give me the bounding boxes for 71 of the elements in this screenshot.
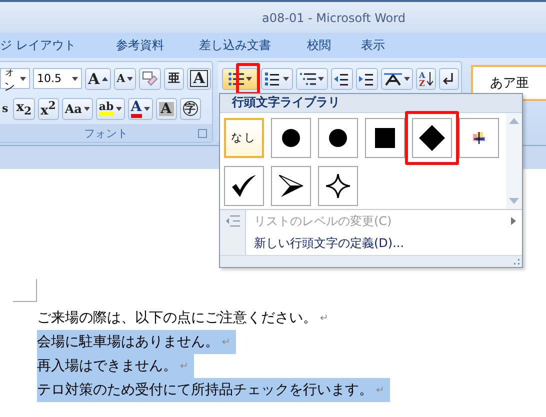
bullet-tile[interactable]	[271, 118, 311, 158]
font-name-dropdown[interactable]: ォン	[0, 68, 30, 89]
caret-icon	[116, 106, 122, 110]
increase-indent-icon	[359, 72, 375, 86]
numbered-list-icon	[265, 72, 281, 86]
diamond-bullet-icon	[419, 124, 445, 151]
caret-icon	[144, 106, 150, 110]
increase-indent-button[interactable]	[356, 68, 378, 90]
bullet-tile[interactable]	[318, 118, 358, 158]
show-marks-button[interactable]	[439, 68, 460, 90]
strikethrough-button[interactable]: s	[0, 98, 10, 120]
bullet-tile[interactable]: なし	[224, 118, 264, 158]
menu-item[interactable]: 新しい行頭文字の定義(D)...	[254, 235, 404, 252]
font-color-button[interactable]: A	[128, 98, 153, 120]
bullet-tile[interactable]	[412, 118, 452, 158]
caret-up-icon	[102, 76, 108, 80]
square-bullet-icon	[375, 128, 395, 148]
multilevel-list-button[interactable]	[296, 68, 328, 90]
shrink-font-button[interactable]: A	[114, 68, 136, 90]
margin-corner-mark	[13, 279, 37, 302]
arrowhead-bullet-icon	[279, 174, 303, 197]
window-title: a08-01 - Microsoft Word	[262, 10, 406, 24]
grow-font-button[interactable]: A	[85, 68, 111, 90]
disc-bullet-icon	[328, 128, 348, 148]
picture-bullet-icon	[473, 132, 485, 144]
sort-button[interactable]: A Z	[416, 68, 436, 90]
bullet-tile[interactable]	[224, 166, 264, 206]
font-size-dropdown[interactable]: 10.5	[33, 68, 82, 89]
asian-layout-icon	[384, 72, 402, 86]
caret-icon	[318, 76, 324, 80]
enclose-character-button[interactable]: 字	[180, 98, 200, 120]
character-border-button[interactable]: A	[187, 68, 211, 90]
arrow-down-icon	[427, 72, 434, 86]
caret-icon	[404, 76, 410, 80]
four-point-star-icon	[326, 174, 350, 198]
caret-icon	[72, 76, 78, 80]
asian-layout-button[interactable]	[381, 68, 413, 90]
ribbon-tab[interactable]: 表示	[360, 34, 385, 57]
ribbon-tab[interactable]: ジ レイアウト	[0, 34, 76, 57]
check-bullet-icon	[232, 174, 256, 197]
caret-icon	[283, 76, 289, 80]
disc-bullet-icon	[281, 128, 301, 148]
phonetic-guide-button[interactable]: 亜	[164, 68, 184, 90]
caret-icon	[84, 106, 90, 110]
eraser-icon	[142, 70, 158, 86]
change-case-button[interactable]: Aa	[62, 98, 93, 120]
resize-grip-icon[interactable]	[513, 258, 520, 266]
document-line: ご来場の際は、以下の点にご注意ください。 ↵	[37, 309, 330, 328]
ribbon-tab[interactable]: 差し込み文書	[198, 34, 271, 57]
multilevel-list-icon	[300, 72, 316, 86]
highlight-button[interactable]: ab	[96, 98, 125, 120]
caret-icon	[127, 76, 134, 80]
menu-header: 行頭文字ライブラリ	[232, 94, 340, 112]
character-shading-button[interactable]: A	[156, 98, 176, 120]
script-button[interactable]: x$_{2}$	[13, 98, 35, 120]
bullet-tile[interactable]	[459, 118, 499, 158]
decrease-indent-icon	[334, 72, 350, 86]
ribbon-tab[interactable]: 校閲	[306, 34, 331, 57]
bullet-tile[interactable]	[271, 166, 311, 206]
group-label: フォント	[84, 126, 128, 140]
bullet-list-icon	[228, 72, 244, 86]
bullet-tile[interactable]	[365, 118, 405, 158]
bullet-tile[interactable]	[318, 166, 358, 206]
decrease-indent-button[interactable]	[331, 68, 353, 90]
clear-format-button[interactable]	[139, 68, 162, 90]
return-arrow-icon	[443, 72, 456, 86]
caret-icon	[20, 76, 26, 80]
caret-icon	[246, 76, 252, 80]
script-button[interactable]: x$^{2}$	[38, 98, 59, 120]
numbering-button[interactable]	[261, 68, 293, 90]
ribbon-tab[interactable]: 参考資料	[116, 34, 164, 57]
